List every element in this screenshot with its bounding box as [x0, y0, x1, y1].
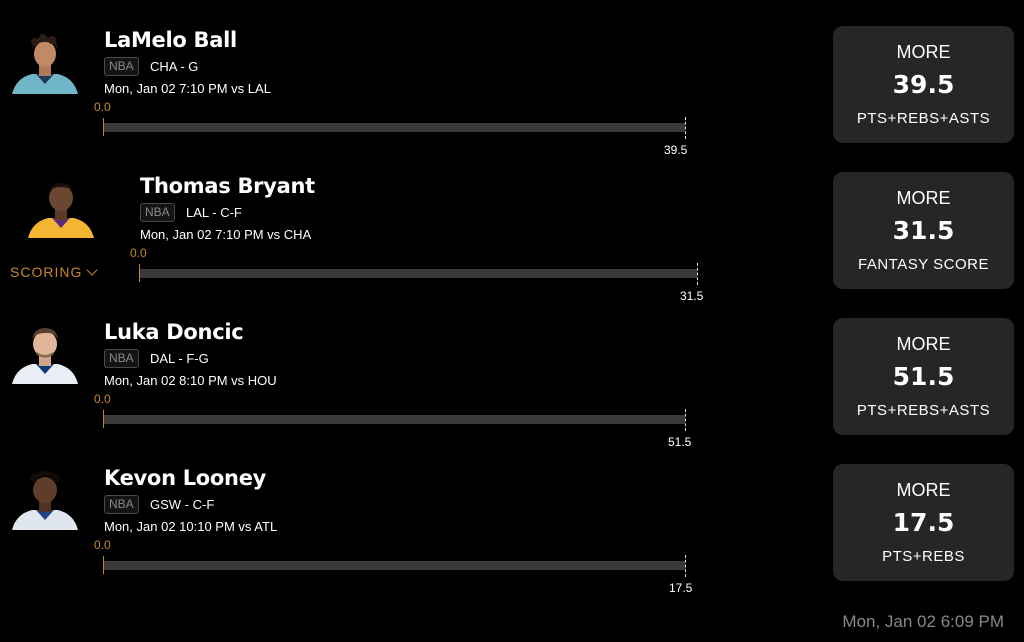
league-badge: NBA [104, 495, 139, 514]
team-position: GSW - C-F [150, 497, 215, 512]
game-time: Mon, Jan 02 10:10 PM vs ATL [104, 519, 278, 534]
pick-stat-type: PTS+REBS+ASTS [856, 402, 991, 419]
pick-direction: MORE [896, 480, 951, 500]
pick-line-value: 17.5 [892, 508, 955, 537]
current-timestamp: Mon, Jan 02 6:09 PM [842, 612, 1004, 631]
pick-list-page: LaMelo Ball NBA CHA - G Mon, Jan 02 7:10… [0, 0, 1024, 642]
player-headshot [26, 176, 96, 238]
pick-line-value: 31.5 [892, 216, 955, 245]
pick-stat-type: PTS+REBS+ASTS [856, 110, 991, 127]
line-marker [685, 409, 686, 431]
player-row: LaMelo Ball NBA CHA - G Mon, Jan 02 7:10… [0, 0, 1024, 157]
line-marker [685, 117, 686, 139]
scoring-dropdown-toggle[interactable]: SCORING [10, 264, 99, 280]
pick-line-value: 39.5 [892, 70, 955, 99]
pick-stat-type: PTS+REBS [882, 548, 965, 565]
line-marker [697, 263, 698, 285]
game-time: Mon, Jan 02 8:10 PM vs HOU [104, 373, 277, 388]
league-badge: NBA [104, 349, 139, 368]
more-pick-button[interactable]: MORE 39.5 PTS+REBS+ASTS [833, 26, 1014, 143]
player-name: Thomas Bryant [140, 174, 315, 198]
more-pick-button[interactable]: MORE 17.5 PTS+REBS [833, 464, 1014, 581]
pick-direction: MORE [896, 42, 951, 62]
player-row: Luka Doncic NBA DAL - F-G Mon, Jan 02 8:… [0, 292, 1024, 449]
pick-direction: MORE [896, 188, 951, 208]
scoring-label: SCORING [10, 264, 83, 280]
league-badge: NBA [140, 203, 175, 222]
projection-bar [104, 415, 685, 424]
team-position: CHA - G [150, 59, 199, 74]
pick-line-value: 51.5 [892, 362, 955, 391]
player-headshot [10, 468, 80, 530]
player-name: Kevon Looney [104, 466, 267, 490]
player-name: Luka Doncic [104, 320, 244, 344]
line-marker [685, 555, 686, 577]
player-row: Kevon Looney NBA GSW - C-F Mon, Jan 02 1… [0, 438, 1024, 595]
player-row: Thomas Bryant NBA LAL - C-F Mon, Jan 02 … [0, 146, 1024, 303]
line-value-label: 17.5 [669, 581, 693, 595]
player-headshot [10, 32, 80, 94]
projection-zero-label: 0.0 [94, 392, 111, 406]
team-position: DAL - F-G [150, 351, 209, 366]
league-badge: NBA [104, 57, 139, 76]
player-name: LaMelo Ball [104, 28, 237, 52]
projection-zero-label: 0.0 [130, 246, 147, 260]
team-position: LAL - C-F [186, 205, 242, 220]
projection-bar [140, 269, 697, 278]
projection-bar [104, 123, 685, 132]
projection-bar [104, 561, 685, 570]
game-time: Mon, Jan 02 7:10 PM vs CHA [140, 227, 312, 242]
projection-zero-label: 0.0 [94, 538, 111, 552]
player-headshot [10, 322, 80, 384]
projection-zero-label: 0.0 [94, 100, 111, 114]
chevron-down-icon [86, 264, 99, 276]
more-pick-button[interactable]: MORE 51.5 PTS+REBS+ASTS [833, 318, 1014, 435]
more-pick-button[interactable]: MORE 31.5 FANTASY SCORE [833, 172, 1014, 289]
pick-stat-type: FANTASY SCORE [858, 256, 989, 273]
game-time: Mon, Jan 02 7:10 PM vs LAL [104, 81, 271, 96]
pick-direction: MORE [896, 334, 951, 354]
